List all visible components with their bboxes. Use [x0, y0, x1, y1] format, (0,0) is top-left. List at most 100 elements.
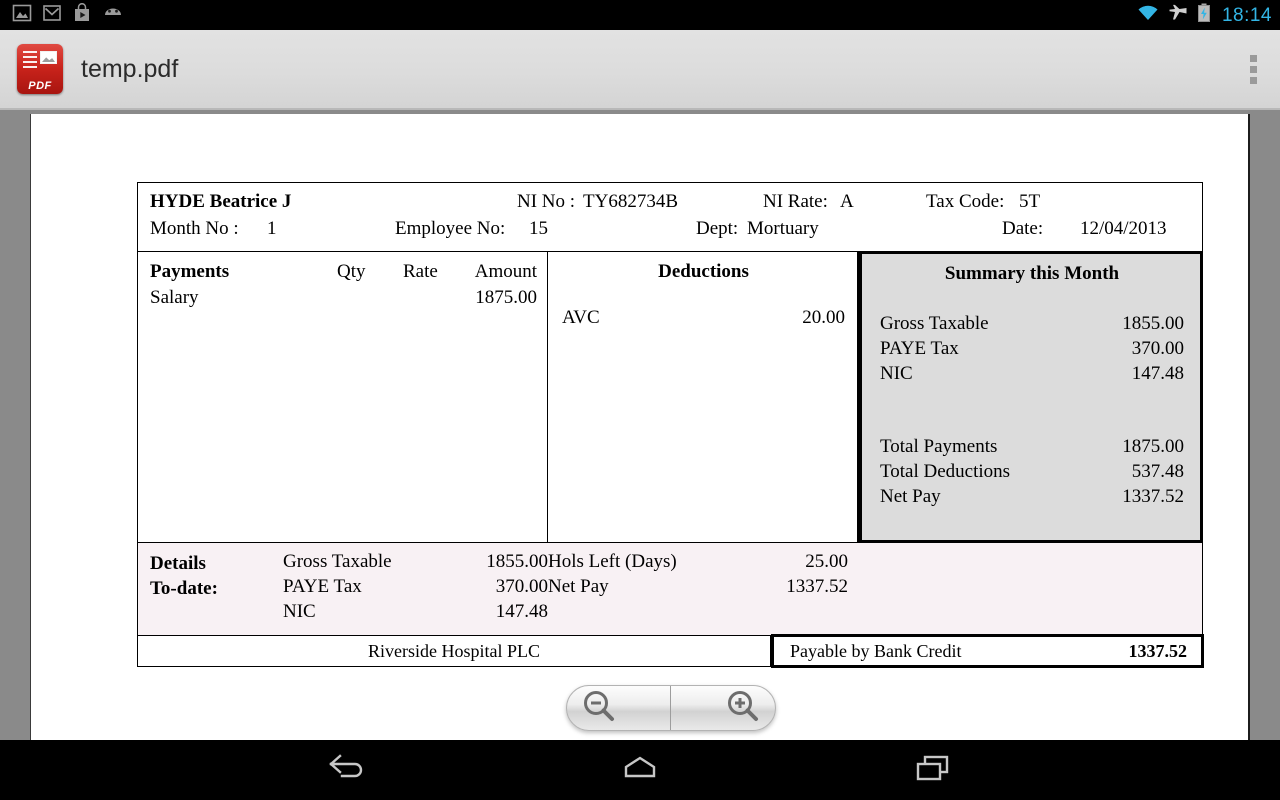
- zoom-in-button[interactable]: [671, 686, 775, 730]
- employee-name: HYDE Beatrice J: [150, 191, 292, 212]
- summary-bottom-rows: Total Payments 1875.00 Total Deductions …: [880, 436, 1184, 511]
- overflow-menu-icon[interactable]: [1226, 30, 1280, 108]
- date-label: Date:: [1002, 218, 1044, 239]
- pdf-icon-label: PDF: [28, 80, 52, 92]
- notification-icons[interactable]: [0, 2, 124, 28]
- summary-label: Net Pay: [880, 486, 941, 507]
- details-value: 1855.00: [486, 551, 548, 572]
- details-label: Gross Taxable: [283, 551, 392, 572]
- ni-no-value: TY682734B: [583, 191, 678, 212]
- overflow-dot: [1249, 76, 1257, 84]
- details-value: 370.00: [495, 576, 548, 597]
- summary-column: Summary this Month Gross Taxable 1855.00…: [858, 251, 1203, 543]
- pdf-viewer[interactable]: HYDE Beatrice J NI No : TY682734B NI Rat…: [0, 110, 1280, 740]
- summary-label: Total Payments: [880, 436, 998, 457]
- ni-rate-value: A: [840, 191, 854, 212]
- payable-label: Payable by Bank Credit: [790, 640, 962, 661]
- payments-title: Payments: [150, 261, 230, 282]
- summary-title: Summary this Month: [944, 263, 1120, 284]
- details-left-column: Gross Taxable 1855.00 PAYE Tax 370.00 NI…: [283, 551, 548, 626]
- payments-col-amount: Amount: [474, 261, 537, 282]
- details-row: Net Pay 1337.52: [548, 576, 848, 601]
- payment-amount: 1875.00: [475, 287, 537, 308]
- pdf-page[interactable]: HYDE Beatrice J NI No : TY682734B NI Rat…: [30, 114, 1250, 740]
- mail-icon: [42, 3, 62, 28]
- navigation-bar: [0, 740, 1280, 800]
- details-value: 1337.52: [786, 576, 848, 597]
- payslip-header: HYDE Beatrice J NI No : TY682734B NI Rat…: [138, 183, 1202, 252]
- airplane-mode-icon: [1168, 4, 1188, 27]
- recent-apps-icon: [911, 752, 955, 789]
- payslip-header-line-1: HYDE Beatrice J NI No : TY682734B NI Rat…: [150, 191, 1190, 218]
- overflow-dot: [1249, 65, 1257, 73]
- payable-box: Payable by Bank Credit 1337.52: [771, 634, 1204, 668]
- details-right-column: Hols Left (Days) 25.00 Net Pay 1337.52: [548, 551, 848, 626]
- image-icon: [12, 3, 32, 28]
- deduction-amount: 20.00: [802, 307, 845, 328]
- back-icon: [325, 752, 369, 789]
- zoom-out-button[interactable]: [567, 686, 671, 730]
- summary-row: Total Payments 1875.00: [880, 436, 1184, 461]
- summary-row: PAYE Tax 370.00: [880, 338, 1184, 363]
- android-screen: 18:14 PDF temp.pdf HYDE Beatrice J NI No…: [0, 0, 1280, 800]
- pdf-icon-thumbnail: [40, 51, 57, 64]
- system-status-icons[interactable]: 18:14: [1137, 0, 1272, 30]
- summary-spacer: [880, 388, 1184, 436]
- summary-value: 1337.52: [1122, 486, 1184, 507]
- details-label-block: Details To-date:: [138, 551, 283, 626]
- summary-row: Total Deductions 537.48: [880, 461, 1184, 486]
- month-no-value: 1: [267, 218, 277, 239]
- payments-col-qty: Qty: [337, 261, 366, 282]
- employee-no-value: 15: [529, 218, 548, 239]
- action-bar: PDF temp.pdf: [0, 30, 1280, 110]
- summary-value: 1875.00: [1122, 436, 1184, 457]
- summary-value: 370.00: [1131, 338, 1184, 359]
- details-row: NIC 147.48: [283, 601, 548, 626]
- employee-no-label: Employee No:: [395, 218, 506, 239]
- page-title: temp.pdf: [81, 54, 179, 83]
- recent-apps-button[interactable]: [888, 740, 978, 800]
- home-icon: [618, 752, 662, 789]
- zoom-in-icon: [725, 688, 761, 729]
- summary-label: Total Deductions: [880, 461, 1011, 482]
- status-bar: 18:14: [0, 0, 1280, 30]
- details-label: Net Pay: [548, 576, 609, 597]
- details-value: 147.48: [495, 601, 548, 622]
- summary-row: Net Pay 1337.52: [880, 486, 1184, 511]
- battery-charging-icon: [1197, 3, 1211, 28]
- summary-value: 537.48: [1131, 461, 1184, 482]
- payslip-footer: Riverside Hospital PLC Payable by Bank C…: [138, 634, 1204, 668]
- ni-rate-label: NI Rate:: [763, 191, 828, 212]
- deductions-row: AVC 20.00: [562, 307, 845, 334]
- android-icon: [102, 3, 124, 28]
- payment-label: Salary: [150, 287, 199, 308]
- payslip-document: HYDE Beatrice J NI No : TY682734B NI Rat…: [137, 182, 1204, 668]
- details-to-date-band: Details To-date: Gross Taxable 1855.00 P…: [138, 542, 1202, 636]
- details-row: Hols Left (Days) 25.00: [548, 551, 848, 576]
- deductions-column: Deductions AVC 20.00: [548, 252, 858, 542]
- payslip-header-line-2: Month No : 1 Employee No: 15 Dept: Mortu…: [150, 218, 1190, 245]
- payments-header-row: Payments Qty Rate Amount: [150, 261, 537, 287]
- details-label-line2: To-date:: [150, 578, 218, 599]
- payments-col-rate: Rate: [403, 261, 438, 282]
- status-clock: 18:14: [1221, 4, 1272, 26]
- play-store-icon: [72, 2, 92, 28]
- home-button[interactable]: [595, 740, 685, 800]
- company-name: Riverside Hospital PLC: [138, 636, 771, 666]
- details-row: PAYE Tax 370.00: [283, 576, 548, 601]
- pdf-file-icon: PDF: [17, 44, 63, 94]
- zoom-controls[interactable]: [566, 685, 776, 731]
- deduction-label: AVC: [562, 307, 600, 328]
- details-label: NIC: [283, 601, 316, 622]
- details-label: Hols Left (Days): [548, 551, 677, 572]
- pdf-icon-lines: [23, 51, 37, 68]
- payments-column: Payments Qty Rate Amount Salary 1875.00: [138, 252, 548, 542]
- tax-code-label: Tax Code:: [926, 191, 1005, 212]
- summary-value: 1855.00: [1122, 313, 1184, 334]
- summary-label: NIC: [880, 363, 913, 384]
- details-label: PAYE Tax: [283, 576, 362, 597]
- details-label-line1: Details: [150, 553, 206, 574]
- zoom-out-icon: [581, 688, 617, 729]
- date-value: 12/04/2013: [1080, 218, 1167, 239]
- back-button[interactable]: [302, 740, 392, 800]
